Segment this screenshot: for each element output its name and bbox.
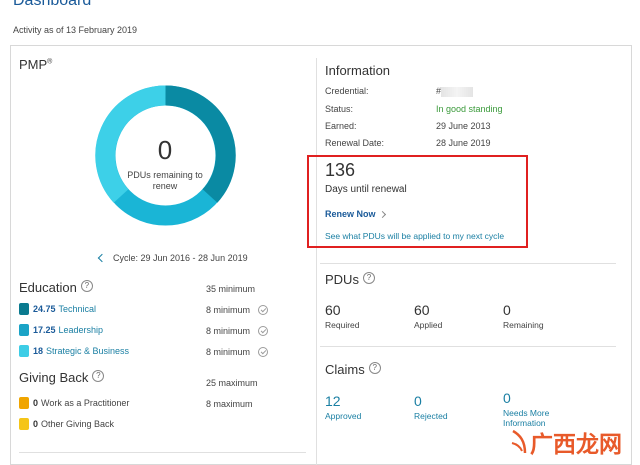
giving-back-requirement: 25 maximum — [206, 378, 258, 388]
cycle-label: Cycle: 29 Jun 2016 - 28 Jun 2019 — [113, 253, 248, 263]
renewal-date-value: 28 June 2019 — [436, 138, 491, 148]
help-icon[interactable]: ? — [368, 362, 381, 374]
other-giving-value: 0 — [33, 419, 39, 429]
pmp-title: PMP® — [19, 57, 52, 72]
education-item-technical: 24.75 Technical — [19, 303, 96, 315]
other-giving-label: Other Giving Back — [41, 419, 115, 429]
chevron-left-icon[interactable] — [97, 253, 107, 263]
practitioner-value: 0 — [33, 398, 39, 408]
other-giving-swatch — [19, 418, 29, 430]
pmp-title-text: PMP — [19, 57, 48, 72]
pdus-remaining-value: 0 — [503, 302, 511, 318]
giving-back-heading: Giving Back ? — [19, 370, 105, 385]
practitioner-label: Work as a Practitioner — [41, 398, 130, 408]
claims-approved-value[interactable]: 12 — [325, 393, 341, 409]
technical-value: 24.75 — [33, 304, 56, 314]
leadership-swatch — [19, 324, 29, 336]
leadership-requirement-row: 8 minimum — [206, 326, 269, 336]
help-icon[interactable]: ? — [362, 272, 375, 284]
pdu-remaining-number: 0 — [157, 135, 173, 165]
pdus-applied-value: 60 — [414, 302, 430, 318]
help-icon[interactable]: ? — [92, 370, 105, 382]
claims-title: Claims — [325, 362, 365, 377]
education-item-strategic: 18 Strategic & Business — [19, 345, 129, 357]
practitioner-requirement: 8 maximum — [206, 399, 253, 409]
cycle-selector[interactable]: Cycle: 29 Jun 2016 - 28 Jun 2019 — [97, 253, 248, 263]
renew-now-link[interactable]: Renew Now — [325, 209, 386, 219]
status-label: Status: — [325, 104, 354, 114]
pdus-heading: PDUs ? — [325, 272, 375, 287]
pdus-required-value: 60 — [325, 302, 341, 318]
days-until-renewal-number: 136 — [325, 160, 356, 180]
education-heading: Education ? — [19, 280, 93, 295]
education-title: Education — [19, 280, 77, 295]
leadership-link[interactable]: Leadership — [59, 325, 104, 335]
technical-requirement: 8 minimum — [206, 305, 251, 315]
technical-link[interactable]: Technical — [59, 304, 97, 314]
watermark-logo-icon — [511, 429, 527, 454]
strategic-requirement-row: 8 minimum — [206, 347, 269, 357]
check-icon — [258, 305, 269, 315]
registered-mark: ® — [47, 58, 53, 66]
education-requirement: 35 minimum — [206, 284, 256, 294]
giving-back-title: Giving Back — [19, 370, 89, 385]
strategic-link[interactable]: Strategic & Business — [46, 346, 129, 356]
pdus-required-label: Required — [325, 320, 360, 330]
practitioner-swatch — [19, 397, 29, 409]
claims-rejected-label[interactable]: Rejected — [414, 411, 448, 421]
strategic-requirement: 8 minimum — [206, 347, 251, 357]
technical-requirement-row: 8 minimum — [206, 305, 269, 315]
technical-swatch — [19, 303, 29, 315]
watermark-text: 广西龙网 — [530, 431, 622, 457]
status-value: In good standing — [436, 104, 503, 114]
pdus-remaining-label: Remaining — [503, 320, 544, 330]
check-icon — [258, 326, 269, 336]
activity-date: Activity as of 13 February 2019 — [13, 25, 138, 35]
information-title: Information — [325, 63, 391, 78]
pdus-applied-label: Applied — [414, 320, 443, 330]
earned-value: 29 June 2013 — [436, 121, 491, 131]
renew-now-label: Renew Now — [325, 209, 376, 219]
section-divider — [320, 346, 616, 347]
strategic-value: 18 — [33, 346, 44, 356]
earned-label: Earned: — [325, 121, 357, 131]
column-divider — [316, 58, 317, 465]
leadership-requirement: 8 minimum — [206, 326, 251, 336]
strategic-swatch — [19, 345, 29, 357]
claims-approved-label[interactable]: Approved — [325, 411, 361, 421]
claims-heading: Claims ? — [325, 362, 381, 377]
section-divider — [320, 263, 616, 264]
pdu-remaining-label: PDUs remaining to renew — [127, 170, 203, 191]
site-watermark: 广西龙网 — [510, 425, 622, 459]
days-until-renewal-label: Days until renewal — [325, 184, 407, 195]
education-item-leadership: 17.25 Leadership — [19, 324, 103, 336]
claims-needs-info-value[interactable]: 0 — [503, 390, 511, 406]
next-cycle-link[interactable]: See what PDUs will be applied to my next… — [325, 231, 504, 241]
section-divider — [19, 452, 306, 453]
redacted-credential — [441, 86, 474, 97]
claims-rejected-value[interactable]: 0 — [414, 393, 422, 409]
giving-item-practitioner: 0 Work as a Practitioner — [19, 397, 129, 409]
credential-value: # — [436, 86, 474, 97]
chevron-right-icon — [378, 210, 386, 218]
leadership-value: 17.25 — [33, 325, 56, 335]
check-icon — [258, 347, 269, 357]
giving-item-other: 0 Other Giving Back — [19, 418, 114, 430]
page-title: Dashboard — [13, 0, 92, 9]
help-icon[interactable]: ? — [80, 280, 93, 292]
renewal-date-label: Renewal Date: — [325, 138, 385, 148]
credential-label: Credential: — [325, 86, 369, 96]
pdus-title: PDUs — [325, 272, 359, 287]
